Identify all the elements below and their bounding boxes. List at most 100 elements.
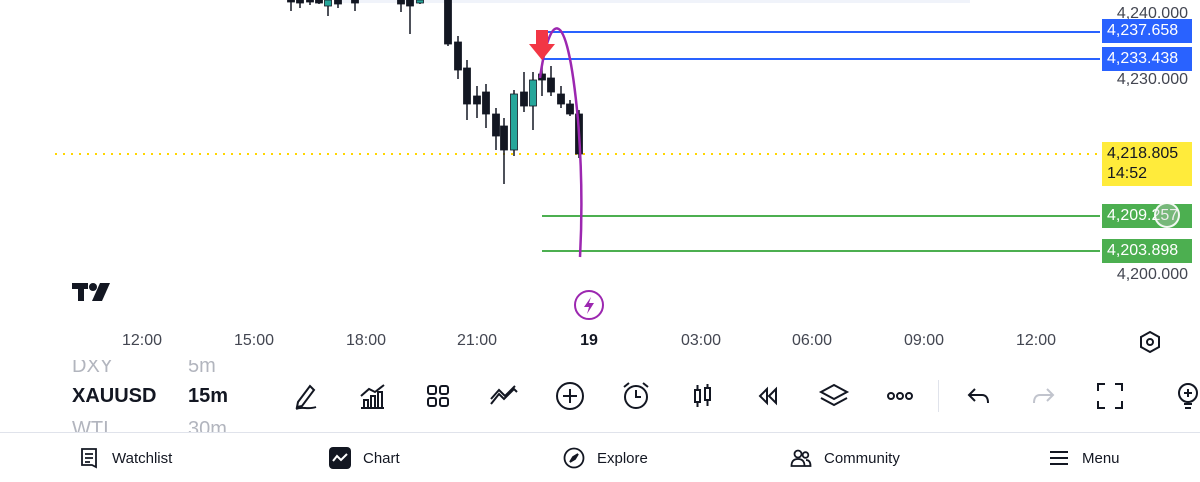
time-label-1500: 15:00: [233, 332, 275, 349]
candle-bear: [557, 93, 565, 105]
interval-current: 15m: [188, 385, 229, 407]
nav-watchlist[interactable]: Watchlist: [78, 433, 172, 482]
candle-bear: [406, 0, 414, 7]
candle-bear: [492, 113, 500, 137]
indicators-icon: [360, 384, 385, 409]
candles: [287, 0, 583, 184]
interval-next: 30m: [188, 418, 227, 432]
time-label-1200: 12:00: [121, 332, 163, 349]
current-price-value: 4,218.805: [1107, 145, 1179, 162]
nav-watchlist-label: Watchlist: [112, 449, 173, 467]
price-tag-4233[interactable]: 4,233.438: [1102, 47, 1192, 71]
nav-menu-label: Menu: [1082, 449, 1120, 467]
draw-button[interactable]: [288, 378, 324, 414]
symbol-picker[interactable]: DXY 5m XAUUSD 15m WTI 30m: [0, 360, 270, 432]
nav-explore-label: Explore: [597, 449, 648, 467]
candle-type-icon: [694, 384, 711, 407]
candle-bear: [500, 125, 508, 151]
draw-icon: [295, 384, 317, 410]
add-button[interactable]: [552, 378, 588, 414]
chart-settings-icon[interactable]: [1138, 330, 1162, 354]
time-label-day-19: 19: [580, 332, 598, 349]
candle-bear: [454, 41, 462, 71]
chart-icon: [329, 447, 351, 469]
candle-bear: [520, 91, 528, 107]
ideas-icon: [1178, 383, 1198, 409]
more-button[interactable]: [882, 378, 918, 414]
undo-icon: [967, 388, 989, 404]
trend-icon: [490, 385, 518, 405]
nav-community-label: Community: [824, 449, 900, 467]
time-label-2100: 21:00: [456, 332, 498, 349]
price-label-4200: 4,200.000: [1116, 266, 1188, 283]
time-label-0600: 06:00: [791, 332, 833, 349]
symbol-row-prev[interactable]: DXY 5m: [72, 360, 216, 378]
redo-icon: [1033, 388, 1055, 404]
compass-icon: [563, 447, 585, 469]
scroll-to-realtime-button[interactable]: [1154, 202, 1180, 228]
symbol-row-current[interactable]: XAUUSD 15m: [72, 385, 228, 408]
candle-bull: [324, 0, 332, 7]
candle-bear: [315, 0, 323, 4]
nav-community[interactable]: Community: [790, 433, 900, 482]
current-price-tag: 4,218.805 14:52: [1102, 142, 1192, 186]
candle-bear: [482, 91, 490, 115]
nav-explore[interactable]: Explore: [563, 433, 648, 482]
ideas-button[interactable]: [1170, 378, 1200, 414]
candle-bear: [287, 0, 295, 3]
symbol-row-next[interactable]: WTI 30m: [72, 418, 227, 432]
replay-icon: [758, 386, 777, 406]
more-icon: [887, 392, 913, 400]
nav-chart[interactable]: Chart: [329, 433, 400, 482]
price-tag-4203[interactable]: 4,203.898: [1102, 239, 1192, 263]
community-icon: [790, 449, 812, 467]
candle-bear: [296, 0, 304, 4]
candle-type-button[interactable]: [684, 378, 720, 414]
nav-chart-label: Chart: [363, 449, 400, 467]
bar-countdown: 14:52: [1107, 165, 1148, 182]
time-label-0900: 09:00: [903, 332, 945, 349]
hamburger-menu-icon: [1050, 451, 1068, 465]
chart-toolbar: DXY 5m XAUUSD 15m WTI 30m: [0, 360, 1200, 432]
candle-bull: [529, 79, 537, 107]
candle-bull: [416, 0, 424, 4]
candle-bear: [547, 77, 555, 93]
fullscreen-icon: [1097, 383, 1123, 409]
fullscreen-button[interactable]: [1092, 378, 1128, 414]
chart-area[interactable]: 4,240.000 4,230.000 4,200.000 4,237.658 …: [0, 0, 1200, 360]
bottom-navigation: Watchlist Chart Explore Community Menu: [0, 432, 1200, 482]
interval-prev: 5m: [188, 360, 216, 377]
templates-button[interactable]: [420, 378, 456, 414]
candle-bear: [444, 0, 452, 45]
price-tag-4237[interactable]: 4,237.658: [1102, 19, 1192, 43]
price-label-4230: 4,230.000: [1116, 71, 1188, 88]
templates-icon: [427, 385, 449, 407]
time-label-1200b: 12:00: [1015, 332, 1057, 349]
tradingview-logo-icon: [72, 283, 110, 301]
redo-button[interactable]: [1026, 378, 1062, 414]
candle-bear: [306, 0, 314, 3]
add-icon: [556, 382, 584, 410]
candle-bear: [463, 67, 471, 105]
alert-button[interactable]: [618, 378, 654, 414]
trend-button[interactable]: [486, 378, 522, 414]
indicators-button[interactable]: [354, 378, 390, 414]
candle-bear: [566, 103, 574, 115]
candle-bear: [334, 0, 342, 5]
time-label-0300: 03:00: [680, 332, 722, 349]
symbol-next: WTI: [72, 418, 109, 432]
time-label-1800: 18:00: [345, 332, 387, 349]
lightning-icon[interactable]: [574, 290, 604, 320]
layers-button[interactable]: [816, 378, 852, 414]
nav-menu[interactable]: Menu: [1048, 433, 1120, 482]
layers-icon: [818, 383, 850, 407]
candle-bear: [351, 0, 359, 4]
undo-button[interactable]: [960, 378, 996, 414]
watchlist-icon: [81, 448, 97, 469]
tradingview-app: 4,240.000 4,230.000 4,200.000 4,237.658 …: [0, 0, 1200, 482]
top-band: [340, 0, 970, 3]
replay-button[interactable]: [750, 378, 786, 414]
candle-bear: [473, 95, 481, 105]
candle-bear: [397, 0, 405, 5]
symbol-current: XAUUSD: [72, 385, 157, 407]
